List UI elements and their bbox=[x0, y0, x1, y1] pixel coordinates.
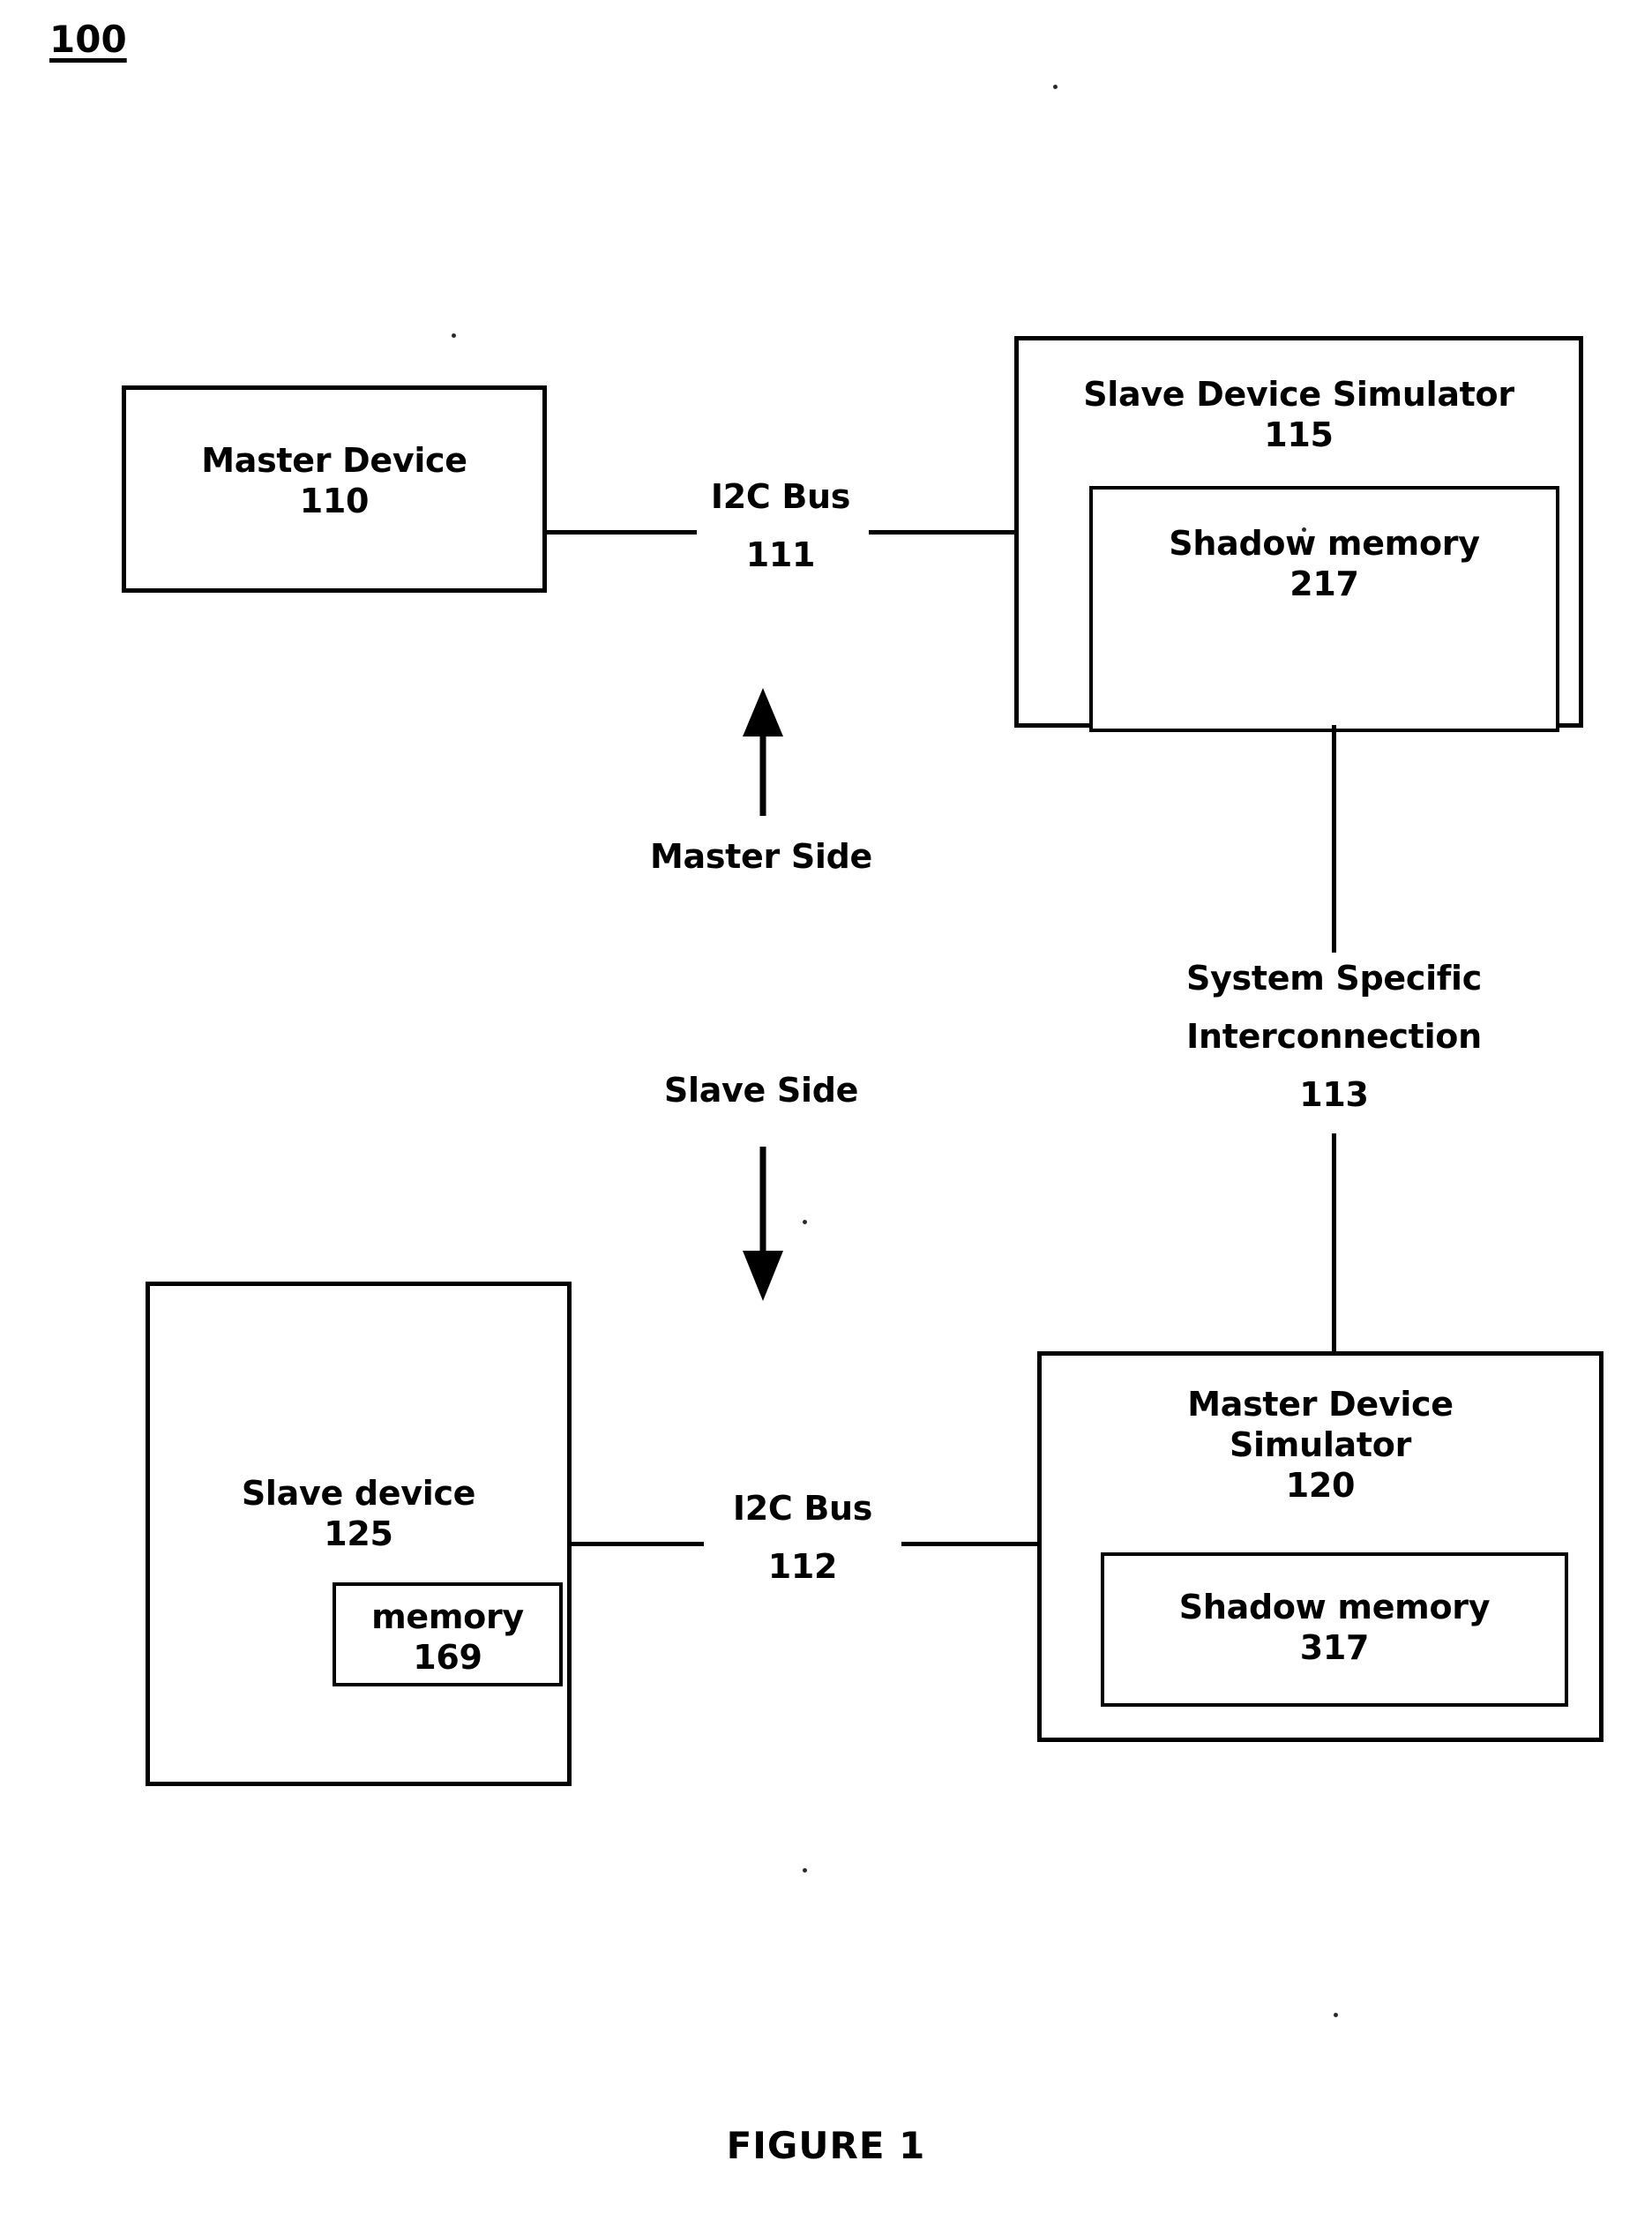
slave-side-arrow-icon bbox=[743, 1147, 783, 1301]
master-device-simulator-box: Master Device Simulator 120 Shadow memor… bbox=[1037, 1351, 1603, 1742]
i2c-bus-111-label: I2C Bus bbox=[710, 477, 851, 516]
system-interconnection-numeral: 113 bbox=[1299, 1075, 1369, 1114]
i2c-bus-111-numeral: 111 bbox=[745, 535, 816, 574]
memory-169-numeral: 169 bbox=[413, 1638, 482, 1677]
master-device-simulator-numeral: 120 bbox=[1285, 1466, 1356, 1505]
master-device-simulator-title-line1: Master Device bbox=[1187, 1385, 1454, 1424]
shadow-memory-317-box: Shadow memory 317 bbox=[1101, 1552, 1568, 1707]
slave-device-title: Slave device bbox=[241, 1474, 476, 1513]
figure-caption: FIGURE 1 bbox=[726, 2124, 926, 2167]
scan-speck bbox=[1302, 527, 1306, 532]
system-interconnection-label-line2: Interconnection bbox=[1186, 1017, 1482, 1056]
scan-speck bbox=[1053, 85, 1058, 89]
figure-canvas: 100 Master Device 110 Slave Device Simul… bbox=[0, 0, 1652, 2228]
shadow-memory-217-title: Shadow memory bbox=[1169, 524, 1480, 563]
master-device-simulator-title-line2: Simulator bbox=[1229, 1425, 1412, 1464]
memory-169-title: memory bbox=[371, 1597, 524, 1636]
scan-speck bbox=[803, 1220, 807, 1224]
master-device-box: Master Device 110 bbox=[122, 385, 547, 593]
memory-169-box: memory 169 bbox=[333, 1582, 563, 1686]
system-interconnection-line-lower bbox=[1332, 1133, 1336, 1354]
scan-speck bbox=[1334, 2013, 1338, 2017]
slave-side-label: Slave Side bbox=[663, 1071, 859, 1110]
scan-speck bbox=[803, 1868, 807, 1873]
shadow-memory-317-numeral: 317 bbox=[1299, 1628, 1370, 1667]
i2c-bus-112-label: I2C Bus bbox=[732, 1489, 873, 1528]
slave-device-box: Slave device 125 memory 169 bbox=[146, 1282, 572, 1786]
shadow-memory-217-numeral: 217 bbox=[1289, 564, 1359, 603]
slave-device-numeral: 125 bbox=[324, 1514, 393, 1553]
scan-speck bbox=[452, 333, 456, 338]
system-interconnection-label-line1: System Specific bbox=[1186, 959, 1482, 998]
figure-reference-numeral: 100 bbox=[49, 18, 127, 61]
master-side-arrow-icon bbox=[743, 688, 783, 816]
shadow-memory-217-box: Shadow memory 217 bbox=[1089, 486, 1559, 732]
slave-device-simulator-title: Slave Device Simulator bbox=[1083, 375, 1514, 414]
slave-device-simulator-box: Slave Device Simulator 115 Shadow memory… bbox=[1014, 336, 1583, 732]
master-device-numeral: 110 bbox=[299, 482, 370, 520]
shadow-memory-317-title: Shadow memory bbox=[1178, 1588, 1491, 1626]
master-device-title: Master Device bbox=[201, 441, 467, 480]
slave-device-simulator-numeral: 115 bbox=[1264, 415, 1334, 454]
master-side-label: Master Side bbox=[649, 837, 873, 876]
i2c-bus-112-numeral: 112 bbox=[767, 1547, 838, 1586]
system-interconnection-line-upper bbox=[1332, 725, 1336, 953]
